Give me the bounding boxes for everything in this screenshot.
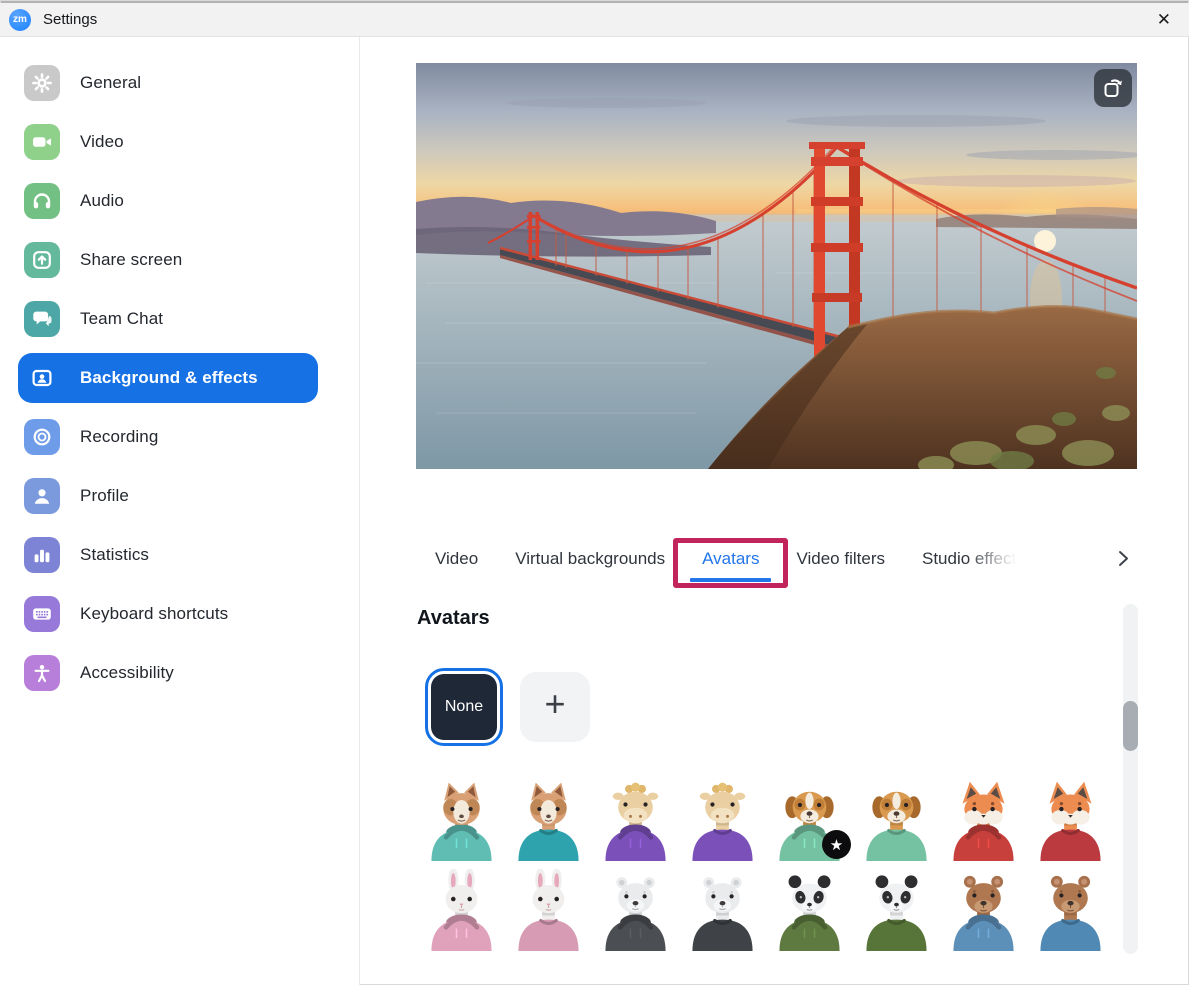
close-icon[interactable]: ✕ <box>1149 8 1179 32</box>
titlebar: zm Settings ✕ <box>0 3 1189 37</box>
tab-virtual-backgrounds[interactable]: Virtual backgrounds <box>515 549 665 569</box>
zoom-logo-icon: zm <box>9 9 31 31</box>
sidebar-item-share-screen[interactable]: Share screen <box>18 235 318 285</box>
avatar-option-polar-bear-shirt[interactable] <box>686 869 759 953</box>
sidebar-item-label: Recording <box>80 427 158 447</box>
rotate-mirror-icon[interactable] <box>1094 69 1132 107</box>
avatar-option-rabbit-shirt[interactable] <box>512 869 585 953</box>
gear-icon <box>24 65 60 101</box>
video-camera-icon <box>24 124 60 160</box>
add-avatar-button[interactable]: + <box>520 672 590 742</box>
avatar-option-dog-hoodie[interactable]: ★ <box>773 779 846 863</box>
sidebar-item-general[interactable]: General <box>18 58 318 108</box>
accessibility-icon <box>24 655 60 691</box>
avatar-option-cow-hoodie[interactable] <box>599 779 672 863</box>
keyboard-icon <box>24 596 60 632</box>
sidebar-item-label: Share screen <box>80 250 182 270</box>
person-icon <box>24 478 60 514</box>
avatar-grid: ★ <box>425 779 1107 953</box>
avatar-option-panda-shirt[interactable] <box>860 869 933 953</box>
avatar-option-fox-hoodie[interactable] <box>947 779 1020 863</box>
sidebar-item-label: Accessibility <box>80 663 174 683</box>
sidebar-item-keyboard-shortcuts[interactable]: Keyboard shortcuts <box>18 589 318 639</box>
headphones-icon <box>24 183 60 219</box>
star-badge-icon: ★ <box>822 830 851 859</box>
avatar-none-label: None <box>431 674 497 740</box>
zoom-settings-window: zm Settings ✕ General Video Audio Share scr… <box>0 0 1189 985</box>
active-tab-underline <box>690 578 771 582</box>
avatar-option-rabbit-hoodie[interactable] <box>425 869 498 953</box>
avatar-option-bear-shirt[interactable] <box>1034 869 1107 953</box>
chevron-right-icon[interactable] <box>1117 550 1130 570</box>
avatar-option-cow-shirt[interactable] <box>686 779 759 863</box>
sidebar-item-label: Profile <box>80 486 129 506</box>
avatar-option-bear-hoodie[interactable] <box>947 869 1020 953</box>
avatar-none-button[interactable]: None <box>425 668 503 746</box>
chat-bubbles-icon <box>24 301 60 337</box>
scrollbar[interactable] <box>1123 604 1138 954</box>
tab-label: Avatars <box>702 549 759 568</box>
sidebar-item-background-effects[interactable]: Background & effects <box>18 353 318 403</box>
tab-video[interactable]: Video <box>435 549 478 569</box>
sidebar-item-recording[interactable]: Recording <box>18 412 318 462</box>
effects-tabs: Video Virtual backgrounds Avatars Video fil… <box>435 537 1025 581</box>
tab-label: Video filters <box>796 549 885 568</box>
sidebar-item-label: Keyboard shortcuts <box>80 604 228 624</box>
video-preview <box>416 63 1137 469</box>
settings-sidebar: General Video Audio Share screen Team Chat Ba… <box>0 37 360 985</box>
tab-avatars[interactable]: Avatars <box>702 549 759 569</box>
golden-gate-bridge-photo <box>416 63 1137 469</box>
record-icon <box>24 419 60 455</box>
sidebar-item-statistics[interactable]: Statistics <box>18 530 318 580</box>
tab-label: Virtual backgrounds <box>515 549 665 568</box>
avatar-option-corgi-hoodie[interactable] <box>425 779 498 863</box>
avatar-option-corgi-shirt[interactable] <box>512 779 585 863</box>
portrait-icon <box>24 360 60 396</box>
bar-chart-icon <box>24 537 60 573</box>
window-title: Settings <box>43 11 97 28</box>
sidebar-item-video[interactable]: Video <box>18 117 318 167</box>
avatar-default-options: None + <box>425 668 590 746</box>
avatar-option-dog-shirt[interactable] <box>860 779 933 863</box>
sidebar-item-label: Statistics <box>80 545 149 565</box>
sidebar-item-label: Video <box>80 132 124 152</box>
avatar-option-polar-bear-hoodie[interactable] <box>599 869 672 953</box>
avatar-option-panda-hoodie[interactable] <box>773 869 846 953</box>
tab-studio-effects[interactable]: Studio effects <box>922 549 1025 569</box>
sidebar-item-label: Team Chat <box>80 309 163 329</box>
scrollbar-thumb[interactable] <box>1123 701 1138 751</box>
tab-video-filters[interactable]: Video filters <box>796 549 885 569</box>
sidebar-item-label: Audio <box>80 191 124 211</box>
sidebar-item-audio[interactable]: Audio <box>18 176 318 226</box>
avatars-heading: Avatars <box>417 607 490 630</box>
tab-label: Studio effects <box>922 549 1025 568</box>
avatar-option-fox-shirt[interactable] <box>1034 779 1107 863</box>
sidebar-item-accessibility[interactable]: Accessibility <box>18 648 318 698</box>
sidebar-item-label: Background & effects <box>80 368 258 388</box>
sidebar-item-profile[interactable]: Profile <box>18 471 318 521</box>
tab-label: Video <box>435 549 478 568</box>
sidebar-item-label: General <box>80 73 141 93</box>
share-screen-icon <box>24 242 60 278</box>
sidebar-item-team-chat[interactable]: Team Chat <box>18 294 318 344</box>
